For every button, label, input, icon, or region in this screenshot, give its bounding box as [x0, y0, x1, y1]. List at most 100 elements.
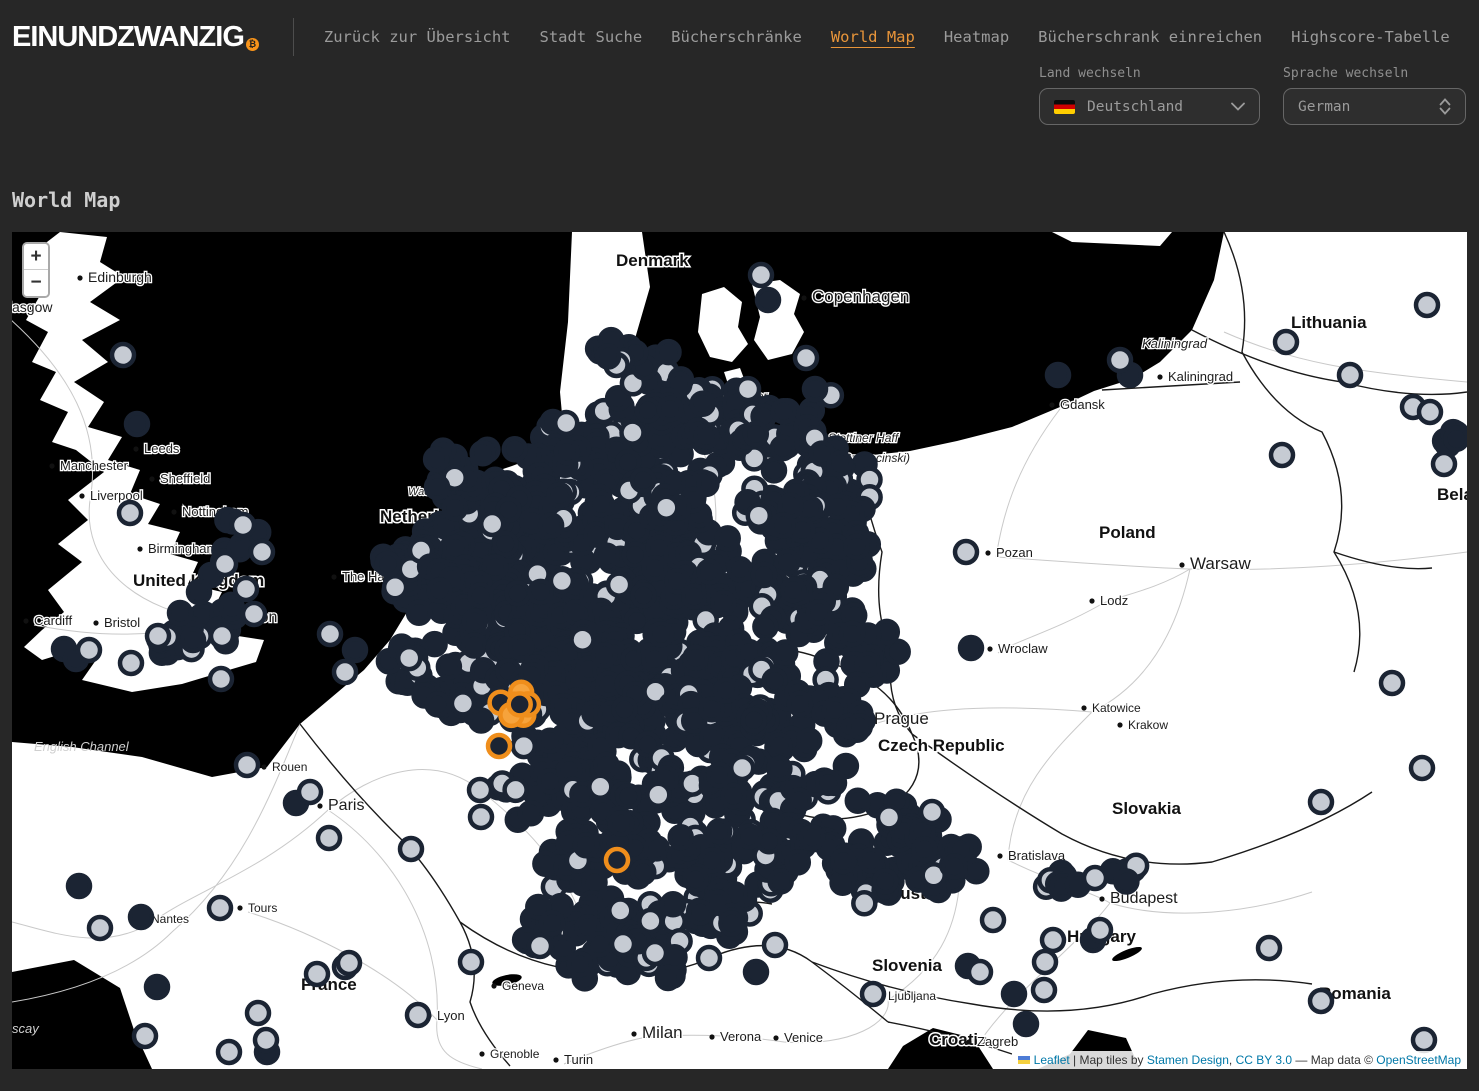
- bookcase-marker[interactable]: [644, 557, 666, 579]
- bookcase-marker[interactable]: [608, 574, 630, 596]
- bookcase-marker[interactable]: [182, 629, 204, 651]
- bookcase-marker[interactable]: [960, 637, 982, 659]
- bookcase-marker[interactable]: [1258, 937, 1280, 959]
- world-map[interactable]: DenmarkLithuaniaBelarusPolandUnited King…: [12, 232, 1467, 1069]
- bookcase-marker[interactable]: [438, 656, 460, 678]
- bookcase-marker[interactable]: [684, 868, 706, 890]
- bookcase-marker[interactable]: [556, 441, 578, 463]
- bookcase-marker[interactable]: [1115, 871, 1137, 893]
- bookcase-marker[interactable]: [425, 448, 447, 470]
- bookcase-marker[interactable]: [112, 344, 134, 366]
- bookcase-marker[interactable]: [575, 834, 597, 856]
- bookcase-marker[interactable]: [853, 892, 875, 914]
- bookcase-marker[interactable]: [757, 289, 779, 311]
- bookcase-marker[interactable]: [770, 870, 792, 892]
- bookcase-marker[interactable]: [232, 514, 254, 536]
- bookcase-marker[interactable]: [318, 827, 340, 849]
- bookcase-marker[interactable]: [472, 442, 494, 464]
- bookcase-marker[interactable]: [470, 806, 492, 828]
- bookcase-marker[interactable]: [408, 602, 430, 624]
- bookcase-marker[interactable]: [748, 505, 770, 527]
- bookcase-marker[interactable]: [772, 514, 794, 536]
- bookcase-marker[interactable]: [299, 781, 321, 803]
- bookcase-marker[interactable]: [463, 635, 485, 657]
- bookcase-marker[interactable]: [841, 623, 863, 645]
- bookcase-marker[interactable]: [647, 784, 669, 806]
- bookcase-marker[interactable]: [646, 837, 668, 859]
- bookcase-marker[interactable]: [773, 400, 795, 422]
- bookcase-marker[interactable]: [965, 860, 987, 882]
- bookcase-marker[interactable]: [804, 378, 826, 400]
- bookcase-marker[interactable]: [551, 570, 573, 592]
- bookcase-marker[interactable]: [614, 698, 636, 720]
- bookcase-marker[interactable]: [731, 757, 753, 779]
- zoom-in-button[interactable]: +: [24, 244, 48, 270]
- bookcase-marker[interactable]: [847, 790, 869, 812]
- nav-link-world-map[interactable]: World Map: [831, 28, 915, 46]
- bookcase-marker[interactable]: [644, 942, 666, 964]
- country-select[interactable]: Deutschland: [1039, 88, 1260, 125]
- nav-link-zur-ck-zur-bersicht[interactable]: Zurück zur Übersicht: [324, 28, 511, 46]
- bookcase-marker[interactable]: [955, 541, 977, 563]
- bookcase-marker[interactable]: [1433, 453, 1455, 475]
- bookcase-marker[interactable]: [429, 580, 451, 602]
- bookcase-marker[interactable]: [540, 515, 562, 537]
- bookcase-marker[interactable]: [737, 378, 759, 400]
- bookcase-marker[interactable]: [481, 513, 503, 535]
- bookcase-marker[interactable]: [306, 963, 328, 985]
- bookcase-marker[interactable]: [849, 716, 871, 738]
- bookcase-marker[interactable]: [504, 438, 526, 460]
- bookcase-marker[interactable]: [798, 730, 820, 752]
- bookcase-marker[interactable]: [427, 693, 449, 715]
- bookcase-marker[interactable]: [236, 754, 258, 776]
- bookcase-marker[interactable]: [774, 642, 796, 664]
- bookcase-marker[interactable]: [782, 579, 804, 601]
- bookcase-marker[interactable]: [1084, 867, 1106, 889]
- bookcase-marker[interactable]: [507, 582, 529, 604]
- bookcase-marker[interactable]: [659, 398, 681, 420]
- bookcase-marker[interactable]: [658, 341, 680, 363]
- bookcase-marker[interactable]: [944, 856, 966, 878]
- bookcase-marker[interactable]: [400, 838, 422, 860]
- bookcase-marker[interactable]: [130, 906, 152, 928]
- bookcase-marker[interactable]: [520, 802, 542, 824]
- bookcase-marker[interactable]: [1109, 349, 1131, 371]
- bookcase-marker[interactable]: [808, 601, 830, 623]
- bookcase-marker[interactable]: [513, 735, 535, 757]
- bookcase-marker[interactable]: [243, 603, 265, 625]
- bookcase-marker[interactable]: [555, 412, 577, 434]
- bookcase-marker[interactable]: [624, 544, 646, 566]
- bookcase-marker[interactable]: [698, 561, 720, 583]
- bookcase-marker[interactable]: [534, 853, 556, 875]
- bookcase-marker[interactable]: [1047, 364, 1069, 386]
- bookcase-marker[interactable]: [147, 625, 169, 647]
- bookcase-marker[interactable]: [469, 779, 491, 801]
- bookcase-marker[interactable]: [209, 897, 231, 919]
- bookcase-marker[interactable]: [1042, 929, 1064, 951]
- bookcase-marker[interactable]: [595, 754, 617, 776]
- bookcase-marker[interactable]: [715, 680, 737, 702]
- bookcase-marker[interactable]: [862, 983, 884, 1005]
- bookcase-marker[interactable]: [464, 611, 486, 633]
- bookcase-marker[interactable]: [188, 581, 210, 603]
- bookcase-marker[interactable]: [529, 935, 551, 957]
- bookcase-marker[interactable]: [729, 558, 751, 580]
- bookcase-marker[interactable]: [692, 393, 714, 415]
- bookcase-marker[interactable]: [384, 576, 406, 598]
- bookcase-marker[interactable]: [169, 602, 191, 624]
- bookcase-marker[interactable]: [470, 584, 492, 606]
- bookcase-marker[interactable]: [878, 806, 900, 828]
- bookcase-marker[interactable]: [470, 710, 492, 732]
- bookcase-marker[interactable]: [606, 849, 628, 871]
- cc-by-link[interactable]: CC BY 3.0: [1236, 1053, 1292, 1067]
- bookcase-marker[interactable]: [768, 758, 790, 780]
- bookcase-marker[interactable]: [444, 497, 466, 519]
- bookcase-marker[interactable]: [1033, 979, 1055, 1001]
- bookcase-marker[interactable]: [1003, 983, 1025, 1005]
- bookcase-marker[interactable]: [210, 668, 232, 690]
- bookcase-marker[interactable]: [344, 639, 366, 661]
- bookcase-marker[interactable]: [426, 476, 448, 498]
- bookcase-marker[interactable]: [596, 545, 618, 567]
- nav-link-b-cherschrank-einreichen[interactable]: Bücherschrank einreichen: [1038, 28, 1262, 46]
- bookcase-marker[interactable]: [488, 735, 510, 757]
